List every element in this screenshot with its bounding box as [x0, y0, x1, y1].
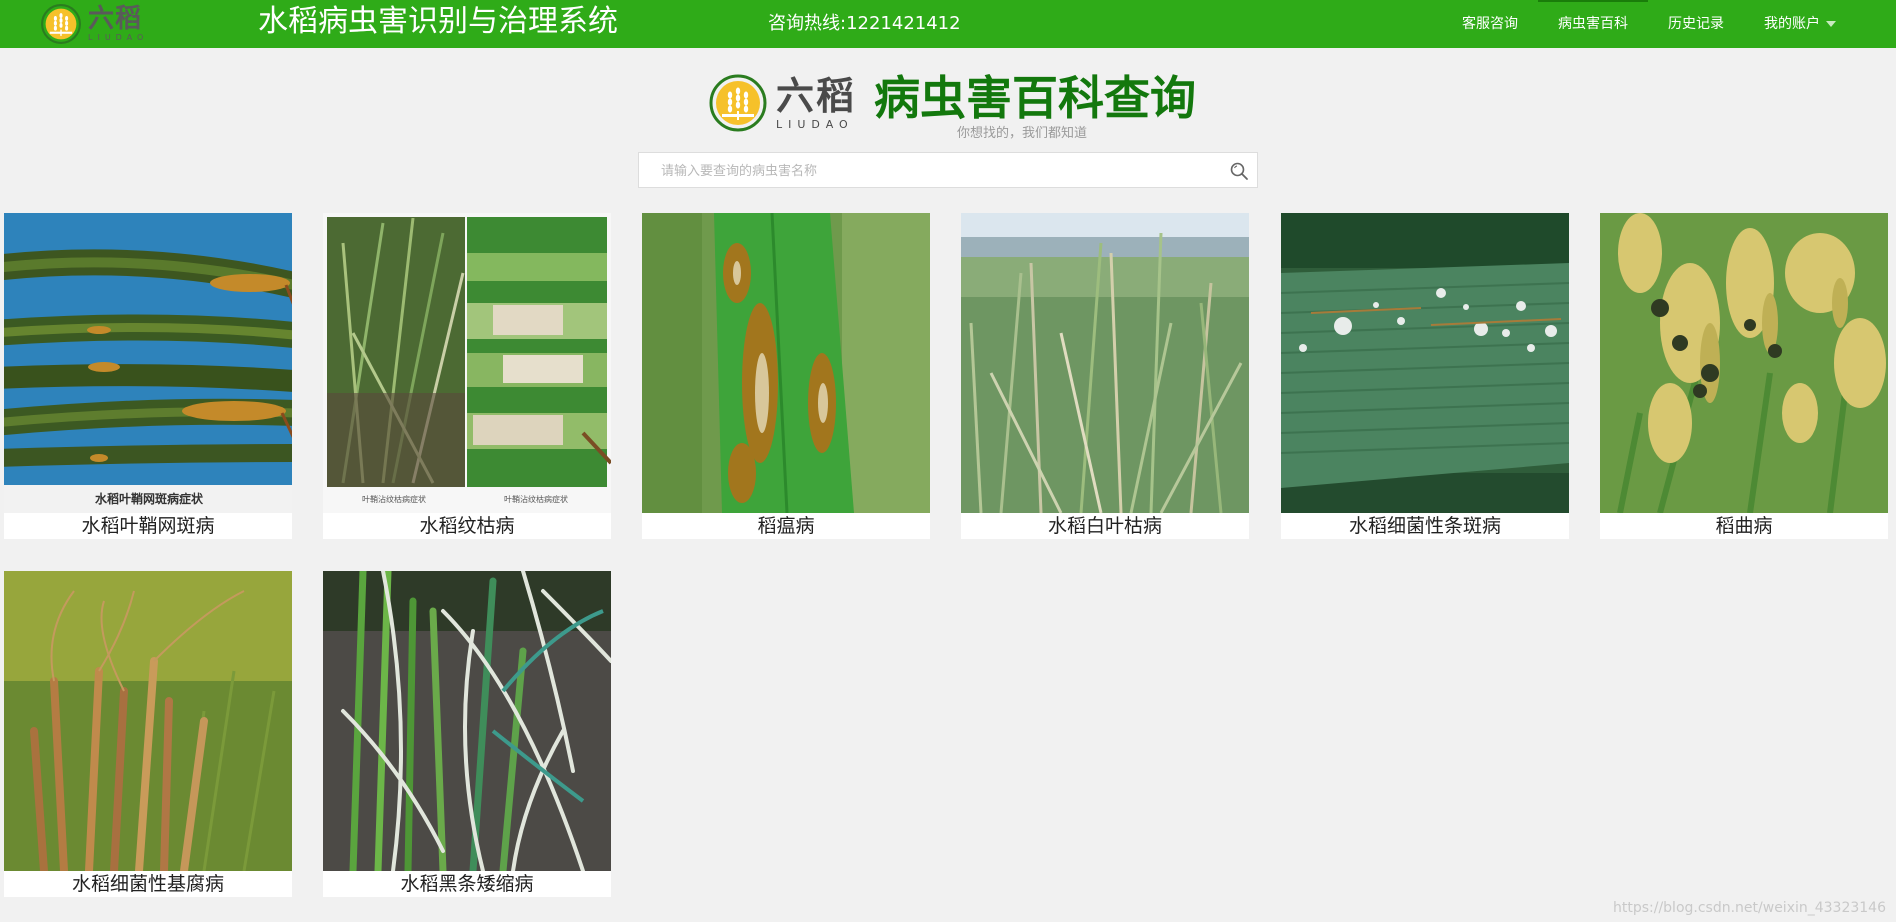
search-icon[interactable]: [1229, 161, 1249, 181]
brand-name-en: LIUDAO: [88, 33, 149, 42]
search-box: [638, 152, 1258, 189]
disease-photo: [4, 571, 292, 871]
page-title: 病虫害百科查询: [874, 71, 1196, 125]
disease-name: 水稻细菌性基腐病: [71, 873, 224, 895]
disease-photo: [1600, 213, 1888, 513]
disease-card[interactable]: 稻曲病: [1600, 213, 1888, 539]
brand-name-cn: 六稻: [88, 4, 143, 34]
disease-photo: [961, 213, 1249, 513]
main-nav: 客服咨询 病虫害百科 历史记录 我的账户: [1442, 0, 1856, 48]
disease-name: 水稻叶鞘网斑病: [81, 515, 215, 537]
disease-card[interactable]: 稻瘟病: [642, 213, 930, 539]
nav-label: 历史记录: [1668, 16, 1724, 32]
brand-name-en: LIUDAO: [776, 117, 854, 131]
disease-photo: [4, 213, 292, 513]
hero-brand-logo: 六稻 LIUDAO: [708, 72, 856, 134]
nav-history[interactable]: 历史记录: [1648, 0, 1744, 48]
disease-card[interactable]: 水稻叶鞘网斑病 水稻叶鞘网斑病症状: [4, 213, 292, 539]
nav-label: 我的账户: [1764, 16, 1820, 32]
photo-caption: 叶鞘沾纹枯病症状: [362, 495, 426, 504]
disease-name: 稻瘟病: [757, 515, 815, 537]
disease-name: 稻曲病: [1715, 515, 1773, 537]
wheat-logo-icon: [40, 3, 82, 45]
disease-card[interactable]: 水稻细菌性基腐病: [4, 571, 292, 897]
disease-card[interactable]: 水稻白叶枯病: [961, 213, 1249, 539]
disease-card[interactable]: 水稻细菌性条斑病: [1281, 213, 1569, 539]
disease-name: 水稻黑条矮缩病: [400, 873, 534, 895]
nav-my-account[interactable]: 我的账户: [1744, 0, 1856, 48]
disease-card[interactable]: 水稻纹枯病 叶鞘沾纹枯病症状 叶鞘沾纹枯病症状: [323, 213, 611, 539]
brand-name-cn: 六稻: [776, 73, 857, 118]
disease-photo: [323, 571, 611, 871]
disease-name: 水稻纹枯病: [419, 515, 515, 537]
system-title: 水稻病虫害识别与治理系统: [258, 4, 618, 39]
nav-customer-service[interactable]: 客服咨询: [1442, 0, 1538, 48]
disease-photo: [323, 213, 611, 513]
disease-card[interactable]: 水稻黑条矮缩病: [323, 571, 611, 897]
caret-down-icon: [1826, 21, 1836, 27]
disease-name: 水稻细菌性条斑病: [1348, 515, 1501, 537]
nav-label: 病虫害百科: [1558, 16, 1628, 32]
wheat-logo-icon: [708, 73, 768, 133]
page-subtitle: 你想找的，我们都知道: [957, 126, 1088, 141]
top-header-bar: 六稻 LIUDAO 水稻病虫害识别与治理系统 咨询热线:1221421412 客…: [0, 0, 1896, 48]
photo-caption: 叶鞘沾纹枯病症状: [504, 495, 568, 504]
brand-logo[interactable]: 六稻 LIUDAO: [40, 3, 148, 45]
nav-encyclopedia[interactable]: 病虫害百科: [1538, 0, 1648, 48]
hotline-text: 咨询热线:1221421412: [768, 13, 961, 34]
watermark-text: https://blog.csdn.net/weixin_43323146: [1612, 900, 1886, 916]
disease-photo: [1281, 213, 1569, 513]
nav-label: 客服咨询: [1462, 16, 1518, 32]
disease-photo: [642, 213, 930, 513]
photo-caption: 水稻叶鞘网斑病症状: [94, 492, 203, 506]
search-input[interactable]: [659, 153, 1223, 189]
disease-name: 水稻白叶枯病: [1047, 515, 1162, 537]
